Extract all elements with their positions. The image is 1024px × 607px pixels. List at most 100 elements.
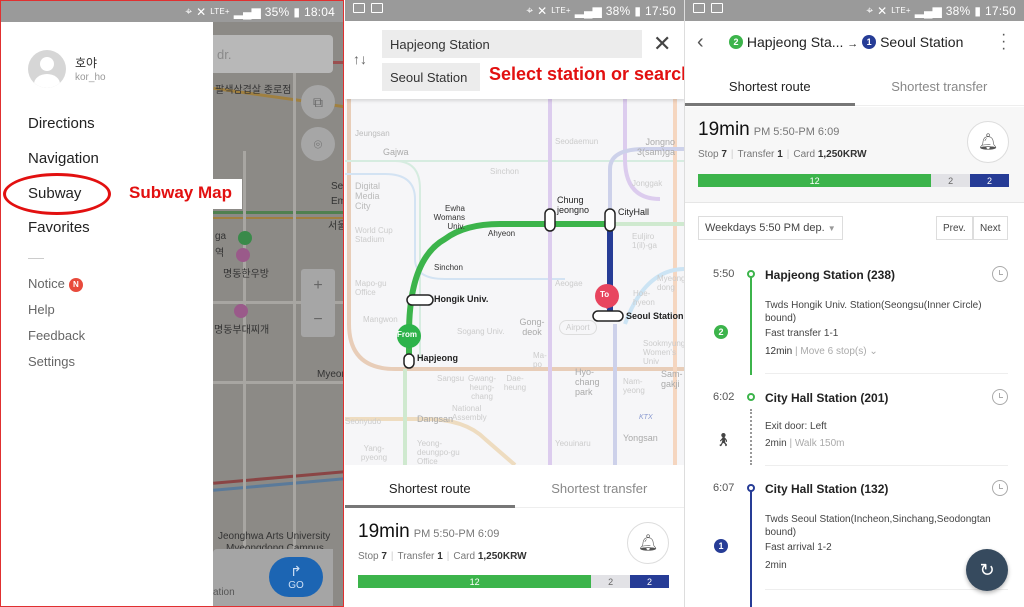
heart-poi-icon[interactable]: [236, 248, 250, 262]
station-faded[interactable]: Digital Media City: [355, 181, 390, 211]
step-duration: 12min: [765, 346, 793, 357]
back-icon[interactable]: ‹: [697, 31, 704, 54]
next-button[interactable]: Next: [973, 216, 1008, 240]
station-faded[interactable]: Gwang-heung-chang: [467, 374, 497, 401]
alarm-button[interactable]: 🔔︎: [967, 121, 1009, 163]
station-faded[interactable]: Ma-po: [533, 351, 547, 369]
station-faded[interactable]: Mapo-gu Office: [355, 279, 395, 297]
bell-icon: 🔔︎: [977, 134, 999, 151]
station-hapjeong[interactable]: Hapjeong: [417, 353, 458, 363]
avatar[interactable]: [28, 50, 66, 88]
station-faded[interactable]: Seonyudo: [345, 417, 381, 426]
station-faded[interactable]: World Cup Stadium: [355, 226, 405, 244]
origin-station: Hapjeong Sta...: [746, 34, 844, 50]
from-pin[interactable]: From: [397, 330, 417, 339]
step-divider: [765, 589, 1008, 590]
station-faded[interactable]: Jonggak: [632, 179, 662, 188]
swap-icon[interactable]: ↑↓: [353, 51, 367, 67]
tab-shortest-route[interactable]: Shortest route: [685, 66, 855, 106]
station-seoul[interactable]: Seoul Station: [626, 311, 684, 321]
alarm-button[interactable]: 🔔︎: [627, 522, 669, 564]
zoom-out-button[interactable]: −: [313, 311, 322, 329]
step-tip: Fast arrival 1-2: [765, 542, 832, 553]
prev-button[interactable]: Prev.: [936, 216, 973, 240]
route-summary: 19min PM 5:50-PM 6:09 Stop 7 | Transfer 1 | C…: [685, 107, 1024, 203]
station-ahyeon[interactable]: Ahyeon: [488, 229, 515, 238]
station-faded[interactable]: Jongno 3(sam)ga: [625, 137, 675, 157]
station-faded[interactable]: Nam-yeong: [623, 377, 645, 395]
station-faded[interactable]: Hoe-hyeon: [633, 289, 655, 307]
to-pin[interactable]: To: [600, 290, 609, 299]
station-faded[interactable]: Sookmyung Women's Univ: [643, 339, 684, 366]
station-faded[interactable]: Gajwa: [383, 147, 409, 157]
station-faded[interactable]: Gong-deok: [517, 317, 547, 337]
departure-time-select[interactable]: Weekdays 5:50 PM dep. ▼: [698, 216, 843, 240]
step-duration-row[interactable]: 12min | Move 6 stop(s) ⌄: [765, 345, 1005, 358]
step-station[interactable]: Hapjeong Station (238): [765, 268, 895, 282]
menu-item-help[interactable]: Help: [28, 302, 55, 317]
station-faded[interactable]: Yeong-deungpo-gu Office: [417, 439, 462, 466]
network-type: LTE+: [210, 7, 230, 16]
station-faded[interactable]: Airport: [559, 320, 597, 335]
route-segment-1: 2: [931, 174, 971, 187]
departure-filters: Weekdays 5:50 PM dep. ▼ Prev. Next: [685, 204, 1024, 249]
refresh-button[interactable]: ↻: [966, 549, 1008, 591]
station-faded[interactable]: Jeungsan: [355, 129, 390, 138]
route-meta: Stop 7 | Transfer 1 | Card 1,250KRW: [358, 551, 527, 562]
menu-item-settings[interactable]: Settings: [28, 354, 75, 369]
station-faded[interactable]: Mangwon: [363, 315, 398, 324]
station-ewha[interactable]: Ewha Womans Univ.: [425, 204, 465, 231]
station-faded[interactable]: Sangsu: [437, 374, 464, 383]
arrival-field[interactable]: Seoul Station: [382, 63, 480, 91]
route-segment-0: 12: [358, 575, 592, 588]
station-faded[interactable]: National Assembly: [452, 404, 492, 422]
station-faded[interactable]: Hyo-chang park: [575, 367, 601, 397]
station-faded[interactable]: Dangsan: [417, 414, 453, 424]
clock-icon[interactable]: [992, 266, 1008, 282]
location-pin-icon: ⌾: [313, 135, 323, 152]
station-faded[interactable]: Sam-gakji: [661, 369, 684, 389]
station-city-hall[interactable]: CityHall: [618, 207, 649, 217]
clock-icon[interactable]: [992, 389, 1008, 405]
station-faded[interactable]: Seodaemun: [555, 137, 598, 146]
more-options-icon[interactable]: · · ·: [1001, 27, 1006, 57]
menu-item-navigation[interactable]: Navigation: [28, 150, 99, 167]
go-button[interactable]: ↱ GO: [269, 557, 323, 597]
menu-item-feedback[interactable]: Feedback: [28, 328, 85, 343]
route-summary[interactable]: 19min PM 5:50-PM 6:09 Stop 7 | Transfer 1 | C…: [345, 509, 684, 607]
tab-shortest-transfer[interactable]: Shortest transfer: [855, 66, 1024, 105]
menu-item-notice[interactable]: Notice N: [28, 276, 83, 292]
step-stops: Move 6 stop(s): [800, 346, 867, 357]
close-icon[interactable]: ✕: [653, 31, 671, 57]
layers-button[interactable]: ⧉: [301, 85, 335, 119]
mute-icon: ✕: [877, 3, 888, 18]
station-faded[interactable]: Dae-heung: [502, 374, 528, 392]
clock-icon[interactable]: [992, 480, 1008, 496]
step-station[interactable]: City Hall Station (201): [765, 391, 888, 405]
station-faded[interactable]: Myeong dong: [657, 274, 684, 292]
star-poi-icon[interactable]: [238, 231, 252, 245]
station-chungjeongno[interactable]: Chung jeongno: [557, 195, 597, 215]
my-location-button[interactable]: ⌾: [301, 127, 335, 161]
menu-item-directions[interactable]: Directions: [28, 115, 95, 132]
station-faded[interactable]: Yongsan: [623, 433, 658, 443]
zoom-in-button[interactable]: +: [313, 277, 322, 295]
station-sinchon[interactable]: Sinchon: [434, 263, 463, 272]
map-search-box[interactable]: dr.: [213, 35, 333, 73]
step-station[interactable]: City Hall Station (132): [765, 482, 888, 496]
tab-shortest-transfer[interactable]: Shortest transfer: [515, 468, 685, 507]
station-faded[interactable]: Euljiro 1(il)-ga: [632, 232, 662, 250]
line-1-badge: 1: [862, 35, 877, 49]
departure-field[interactable]: Hapjeong Station: [382, 30, 642, 58]
station-faded[interactable]: Sogang Univ.: [457, 327, 504, 336]
station-faded[interactable]: Sinchon: [490, 167, 519, 176]
subway-map[interactable]: From To Hongik Univ. Hapjeong Chung jeon…: [345, 99, 684, 467]
station-hongik-univ[interactable]: Hongik Univ.: [434, 294, 488, 304]
menu-item-favorites[interactable]: Favorites: [28, 219, 90, 236]
heart-poi-icon[interactable]: [234, 304, 248, 318]
station-faded[interactable]: Yeouinaru: [555, 439, 591, 448]
station-faded[interactable]: Aeogae: [555, 279, 583, 288]
status-bar: ⌖ ✕ LTE+ ▂▄▆ 38% ▮ 17:50: [345, 0, 684, 21]
tab-shortest-route[interactable]: Shortest route: [345, 468, 515, 508]
station-faded[interactable]: Yang-pyeong: [359, 444, 389, 462]
